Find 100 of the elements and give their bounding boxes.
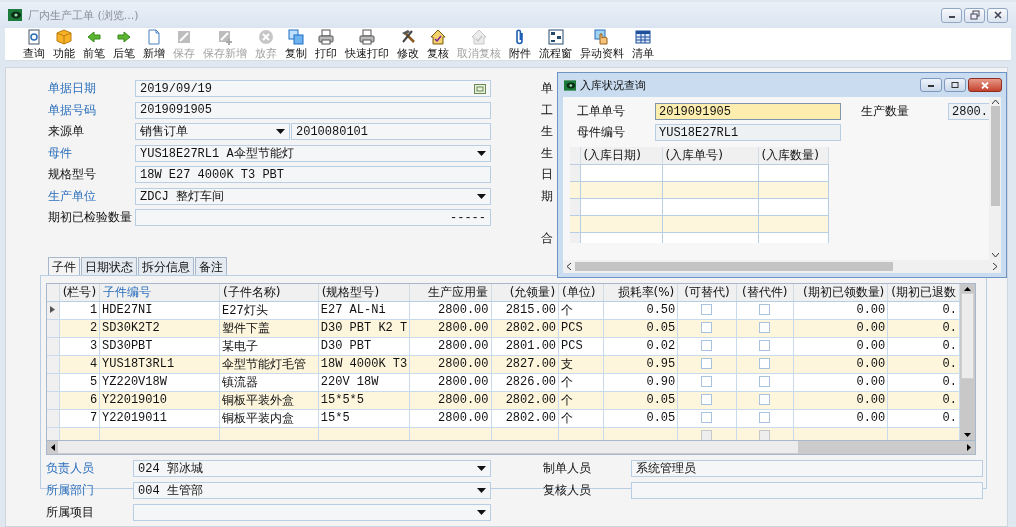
horizontal-scrollbar[interactable]: [563, 260, 1001, 273]
column-header[interactable]: (替代件): [736, 283, 794, 301]
checkbox[interactable]: [701, 394, 713, 406]
table-cell: 2801.00: [491, 337, 559, 355]
table-cell: 某电子: [219, 337, 319, 355]
tab[interactable]: 备注: [195, 256, 227, 275]
column-header[interactable]: (栏号): [59, 283, 100, 301]
field-label: 合: [541, 230, 553, 247]
text-field[interactable]: 2019091905: [655, 103, 841, 120]
table-cell: 镇流器: [219, 373, 319, 391]
toolbar-button[interactable]: 复制: [281, 28, 311, 62]
toolbar-button[interactable]: 前笔: [79, 28, 109, 62]
checkbox[interactable]: [759, 412, 771, 424]
caret-icon: [477, 510, 486, 515]
toolbar-button[interactable]: 快速打印: [341, 28, 393, 62]
column-header[interactable]: (子件名称): [219, 283, 319, 301]
restore-button[interactable]: [964, 7, 985, 23]
text-field[interactable]: 18W E27 4000K T3 PBT: [135, 166, 491, 184]
checkbox[interactable]: [701, 412, 713, 424]
table-cell: 5: [59, 373, 100, 391]
checkbox[interactable]: [759, 304, 771, 316]
toolbar-button[interactable]: 后笔: [109, 28, 139, 62]
field-label: 工: [541, 101, 553, 119]
table-cell: 3: [59, 337, 100, 355]
table-cell: 个: [558, 373, 604, 391]
checkbox[interactable]: [701, 358, 713, 370]
checkbox[interactable]: [701, 322, 713, 334]
dropdown[interactable]: YUS18E27RL1 A伞型节能灯: [135, 144, 491, 162]
checkbox[interactable]: [759, 322, 771, 334]
column-header[interactable]: (期初已领数量): [793, 283, 888, 301]
text-field[interactable]: 2800.: [948, 103, 989, 120]
column-header[interactable]: (入库数量): [758, 147, 828, 165]
column-header[interactable]: (可替代): [677, 283, 737, 301]
column-header[interactable]: (允领量): [491, 283, 559, 301]
column-header[interactable]: (单位): [558, 283, 604, 301]
calendar-icon[interactable]: [474, 83, 486, 94]
text-field[interactable]: 2010080101: [291, 123, 491, 141]
dropdown[interactable]: 024 郭冰城: [133, 460, 491, 477]
field-label: 规格型号: [48, 166, 97, 184]
date-field[interactable]: 2019/09/19: [135, 80, 491, 98]
toolbar-button[interactable]: 打印: [311, 28, 341, 62]
vertical-scrollbar[interactable]: [989, 97, 1001, 260]
checkbox[interactable]: [759, 394, 771, 406]
table-cell: 0.02: [603, 337, 678, 355]
tab[interactable]: 子件: [48, 256, 80, 275]
up-arrow-icon[interactable]: [964, 286, 971, 291]
right-arrow-icon[interactable]: [967, 443, 971, 451]
vertical-scrollbar[interactable]: [960, 283, 975, 440]
checkbox[interactable]: [701, 304, 713, 316]
checkbox[interactable]: [759, 358, 771, 370]
toolbar-button[interactable]: 功能: [49, 28, 79, 62]
text-field[interactable]: 系统管理员: [631, 460, 983, 477]
text-field[interactable]: [631, 482, 983, 499]
toolbar-button[interactable]: 查询: [19, 28, 49, 62]
toolbar-button[interactable]: 修改: [393, 28, 423, 62]
table-cell: E27灯头: [219, 301, 319, 319]
minimize-icon: [927, 82, 935, 88]
left-arrow-icon[interactable]: [51, 443, 55, 451]
column-header[interactable]: (入库日期): [580, 147, 662, 165]
table-cell: 1: [59, 301, 100, 319]
close-button[interactable]: [968, 78, 1002, 92]
minimize-button[interactable]: [920, 78, 942, 92]
close-button[interactable]: [987, 7, 1008, 23]
column-header[interactable]: (期初已退数: [887, 283, 960, 301]
toolbar-button[interactable]: 复核: [423, 28, 453, 62]
table-cell: 2815.00: [491, 301, 559, 319]
dropdown[interactable]: ZDCJ 整灯车间: [135, 187, 491, 205]
tab[interactable]: 拆分信息: [138, 256, 194, 275]
column-header[interactable]: 子件编号: [99, 283, 220, 301]
table-cell: HDE27NI: [99, 301, 220, 319]
checkbox[interactable]: [759, 340, 771, 352]
number-field[interactable]: -----: [135, 209, 491, 227]
toolbar-button[interactable]: 新增: [139, 28, 169, 62]
table-cell: 0.: [887, 301, 960, 319]
toolbar-button[interactable]: 附件: [505, 28, 535, 62]
window-title: 厂内生产工单 (浏览...): [28, 7, 139, 23]
cancel-icon: [258, 29, 274, 45]
table-cell: 2826.00: [491, 373, 559, 391]
dropdown[interactable]: 004 生管部: [133, 482, 491, 499]
toolbar-button[interactable]: 异动资料: [576, 28, 628, 62]
dropdown[interactable]: 销售订单: [135, 123, 290, 141]
down-arrow-icon[interactable]: [964, 432, 971, 437]
text-field[interactable]: YUS18E27RL1: [655, 124, 841, 141]
column-header[interactable]: 生产应用量: [409, 283, 492, 301]
column-header[interactable]: 损耗率(%): [603, 283, 678, 301]
minimize-button[interactable]: [941, 7, 962, 23]
toolbar-button[interactable]: 流程窗: [535, 28, 576, 62]
toolbar-button[interactable]: 清单: [628, 28, 658, 62]
checkbox[interactable]: [759, 376, 771, 388]
field-label: 单据号码: [48, 101, 97, 119]
tab[interactable]: 日期状态: [81, 256, 137, 275]
checkbox[interactable]: [701, 376, 713, 388]
table-cell: E27 AL-Ni: [318, 301, 410, 319]
text-field[interactable]: 2019091905: [135, 101, 491, 119]
checkbox[interactable]: [701, 340, 713, 352]
column-header[interactable]: (入库单号): [662, 147, 758, 165]
table-cell: 15*5: [318, 409, 410, 427]
dropdown[interactable]: [133, 504, 491, 521]
column-header[interactable]: (规格型号): [318, 283, 410, 301]
maximize-button[interactable]: [944, 78, 966, 92]
